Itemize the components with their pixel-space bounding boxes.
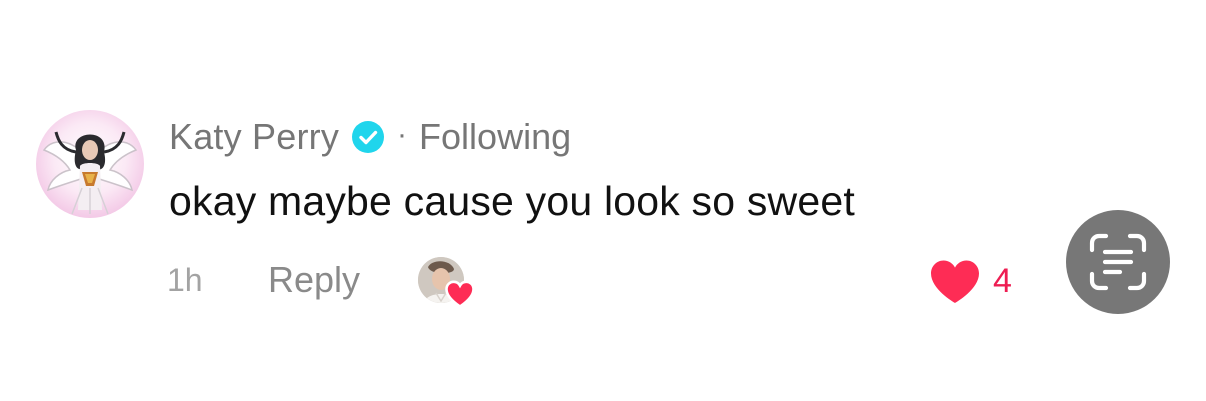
- like-button[interactable]: [929, 258, 981, 306]
- reply-button[interactable]: Reply: [268, 259, 360, 301]
- author-avatar[interactable]: [36, 110, 144, 218]
- verified-badge-icon: [351, 120, 385, 154]
- following-status: Following: [419, 116, 572, 157]
- creator-liked-indicator: [418, 257, 475, 309]
- comment-timestamp: 1h: [167, 262, 203, 298]
- text-scan-icon: [1089, 233, 1147, 291]
- comment-item: Katy Perry · Following okay maybe cause …: [0, 0, 1206, 401]
- heart-icon: [931, 260, 979, 303]
- author-username[interactable]: Katy Perry: [169, 116, 339, 158]
- creator-heart-icon: [444, 279, 476, 309]
- comment-header: Katy Perry · Following: [169, 112, 571, 162]
- like-count: 4: [993, 262, 1012, 300]
- author-avatar-image: [42, 131, 138, 215]
- text-scan-button[interactable]: [1066, 210, 1170, 314]
- comment-text: okay maybe cause you look so sweet: [169, 178, 855, 224]
- separator-dot: ·: [397, 118, 408, 151]
